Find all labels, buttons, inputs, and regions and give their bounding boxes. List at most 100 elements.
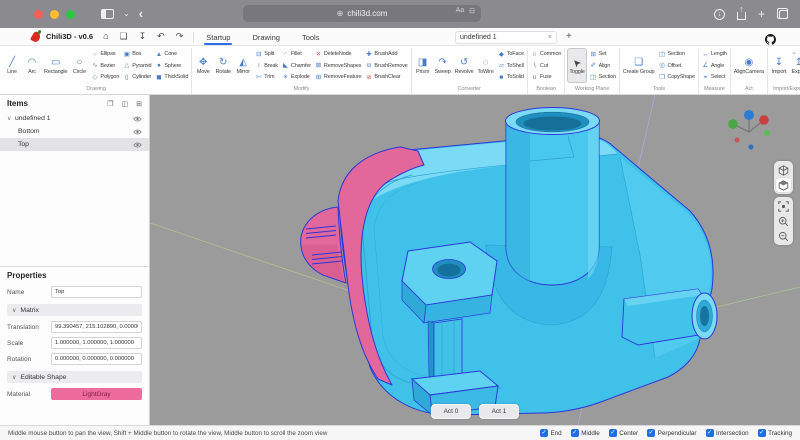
- view-cube-icon[interactable]: [776, 163, 791, 177]
- material-button[interactable]: LightGray: [51, 388, 142, 400]
- tree-item-undefined-1[interactable]: ∨undefined 1: [0, 112, 149, 125]
- ellipse-button[interactable]: ○Ellipse: [90, 49, 120, 59]
- fillet-button[interactable]: ◜Fillet: [281, 49, 312, 59]
- sweep-button[interactable]: ↷Sweep: [434, 48, 452, 83]
- common-button[interactable]: ∩Common: [530, 49, 562, 59]
- document-tab[interactable]: undefined 1 ×: [455, 31, 557, 44]
- explode-button[interactable]: ✳Explode: [281, 72, 312, 82]
- checkbox-icon[interactable]: ✓: [609, 429, 617, 437]
- new-group-icon[interactable]: ◫: [122, 100, 129, 108]
- rotate-button[interactable]: ↻Rotate: [214, 48, 232, 83]
- downloads-icon[interactable]: ↓: [714, 9, 725, 20]
- arc-button[interactable]: ◠Arc: [23, 48, 41, 83]
- new-document-icon[interactable]: ❏: [120, 31, 128, 42]
- set-button[interactable]: ⊞Set: [589, 49, 617, 59]
- translation-field[interactable]: [51, 321, 142, 333]
- sphere-button[interactable]: ●Sphere: [154, 61, 189, 71]
- mirror-button[interactable]: ◭Mirror: [234, 48, 252, 83]
- visibility-eye-icon[interactable]: [133, 116, 142, 122]
- chamfer-button[interactable]: ◣Chamfer: [281, 61, 312, 71]
- create-group-button[interactable]: ❏Create Group: [622, 48, 656, 83]
- polygon-button[interactable]: ◇Polygon: [90, 72, 120, 82]
- revolve-button[interactable]: ↺Revolve: [454, 48, 475, 83]
- page-settings-icon[interactable]: Aa: [456, 7, 465, 15]
- axis-gizmo[interactable]: [724, 105, 772, 153]
- pyramid-button[interactable]: △Pyramid: [122, 61, 152, 71]
- checkbox-icon[interactable]: ✓: [647, 429, 655, 437]
- zoom-in-icon[interactable]: [776, 214, 791, 228]
- name-field[interactable]: [51, 286, 142, 298]
- close-document-icon[interactable]: ×: [548, 34, 552, 41]
- tab-startup[interactable]: Startup: [204, 30, 232, 44]
- section-button[interactable]: ◫Section: [657, 49, 695, 59]
- new-folder-icon[interactable]: ❐: [107, 100, 113, 108]
- angle-button[interactable]: ∠Angle: [701, 61, 728, 71]
- add-icon[interactable]: ⊞: [136, 100, 142, 108]
- line-button[interactable]: ╱Line: [3, 48, 21, 83]
- fit-view-icon[interactable]: [776, 199, 791, 213]
- new-document-tab-button[interactable]: +: [566, 31, 572, 42]
- cut-button[interactable]: ∖Cut: [530, 61, 562, 71]
- circle-button[interactable]: ○Circle: [70, 48, 88, 83]
- checkbox-icon[interactable]: ✓: [758, 429, 766, 437]
- editable-shape-section-header[interactable]: ∨ Editable Shape: [7, 371, 142, 383]
- act-1-button[interactable]: Act 1: [479, 404, 519, 419]
- fuse-button[interactable]: ∪Fuse: [530, 72, 562, 82]
- box-button[interactable]: ▣Box: [122, 49, 152, 59]
- aligncamera-button[interactable]: ◉AlignCamera: [733, 48, 765, 83]
- removefeature-button[interactable]: ⊞RemoveFeature: [314, 72, 363, 82]
- visibility-eye-icon[interactable]: [133, 142, 142, 148]
- length-button[interactable]: ↔Length: [701, 49, 728, 59]
- move-button[interactable]: ✥Move: [194, 48, 212, 83]
- bezier-button[interactable]: ∿Bezier: [90, 61, 120, 71]
- import-button[interactable]: ↧Import: [770, 48, 788, 83]
- viewport-3d-canvas[interactable]: Act 0Act 1: [150, 95, 800, 425]
- chevron-expanded-icon[interactable]: ∨: [7, 115, 15, 122]
- visibility-eye-icon[interactable]: [133, 129, 142, 135]
- save-icon[interactable]: ↧: [139, 31, 147, 42]
- checkbox-icon[interactable]: ✓: [706, 429, 714, 437]
- tab-overview-icon[interactable]: [779, 10, 788, 19]
- chevron-down-icon[interactable]: ⌄: [123, 10, 130, 18]
- matrix-section-header[interactable]: ∨ Matrix: [7, 304, 142, 316]
- deletenode-button[interactable]: ✕DeleteNode: [314, 49, 363, 59]
- new-tab-icon[interactable]: +: [758, 8, 765, 20]
- split-button[interactable]: ⊟Split: [254, 49, 279, 59]
- snap-intersection[interactable]: ✓Intersection: [706, 429, 749, 437]
- display-icon[interactable]: ⊟: [469, 7, 475, 15]
- checkbox-icon[interactable]: ✓: [571, 429, 579, 437]
- rectangle-button[interactable]: ▭Rectangle: [43, 48, 68, 83]
- toface-button[interactable]: ◆ToFace: [497, 49, 525, 59]
- towire-button[interactable]: ◌ToWire: [477, 48, 495, 83]
- brushadd-button[interactable]: ✚BrushAdd: [364, 49, 408, 59]
- ribbon-collapse-icon[interactable]: ⌄: [791, 48, 797, 56]
- snap-center[interactable]: ✓Center: [609, 429, 638, 437]
- snap-tracking[interactable]: ✓Tracking: [758, 429, 792, 437]
- snap-perpendicular[interactable]: ✓Perpendicular: [647, 429, 696, 437]
- x-axis-ball[interactable]: [759, 115, 769, 125]
- tab-tools[interactable]: Tools: [300, 30, 322, 44]
- share-icon[interactable]: [737, 12, 746, 20]
- tab-drawing[interactable]: Drawing: [250, 30, 282, 44]
- removeshapes-button[interactable]: ⊠RemoveShapes: [314, 61, 363, 71]
- neg-z-axis-dot[interactable]: [749, 145, 754, 150]
- zoom-out-icon[interactable]: [776, 229, 791, 243]
- minimize-window-button[interactable]: [50, 10, 59, 19]
- neg-y-axis-dot[interactable]: [764, 130, 770, 136]
- neg-x-axis-dot[interactable]: [735, 138, 740, 143]
- rotation-field[interactable]: [51, 353, 142, 365]
- home-icon[interactable]: ⌂: [103, 31, 108, 42]
- back-icon[interactable]: ‹: [139, 8, 143, 20]
- trim-button[interactable]: ✄Trim: [254, 72, 279, 82]
- checkbox-icon[interactable]: ✓: [540, 429, 548, 437]
- section-button[interactable]: ◫Section: [589, 72, 617, 82]
- copyshape-button[interactable]: ❐CopyShape: [657, 72, 695, 82]
- toshell-button[interactable]: ▱ToShell: [497, 61, 525, 71]
- break-button[interactable]: ≀Break: [254, 61, 279, 71]
- shaded-view-icon[interactable]: [776, 178, 791, 192]
- close-window-button[interactable]: [34, 10, 43, 19]
- zoom-window-button[interactable]: [66, 10, 75, 19]
- brushclear-button[interactable]: ⊘BrushClear: [364, 72, 408, 82]
- tosolid-button[interactable]: ■ToSolid: [497, 72, 525, 82]
- align-button[interactable]: ✐Align: [589, 61, 617, 71]
